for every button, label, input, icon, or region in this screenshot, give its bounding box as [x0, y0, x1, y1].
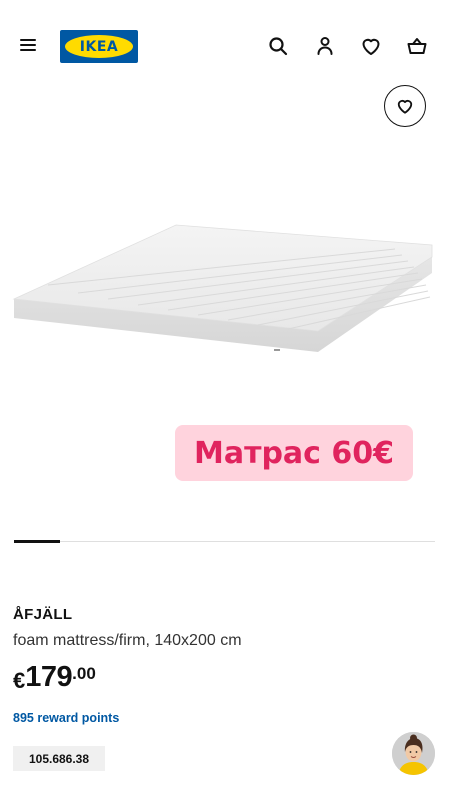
reward-points-link[interactable]: 895 reward points	[13, 711, 119, 725]
promo-badge: Матрас 60€	[175, 425, 413, 481]
image-carousel-indicator[interactable]	[14, 540, 435, 543]
basket-icon[interactable]	[405, 34, 429, 58]
product-name[interactable]: ÅFJÄLL	[13, 606, 72, 623]
top-header: IKEA	[0, 0, 450, 92]
user-icon[interactable]	[313, 34, 337, 58]
price-integer: 179	[25, 661, 73, 693]
product-image[interactable]	[0, 175, 450, 375]
save-to-favourites-button[interactable]	[384, 85, 426, 127]
heart-icon[interactable]	[359, 34, 383, 58]
search-icon[interactable]	[266, 34, 290, 58]
carousel-track	[14, 541, 435, 542]
menu-icon[interactable]	[20, 36, 42, 56]
price-currency: €	[13, 668, 26, 693]
logo-text: IKEA	[65, 35, 133, 58]
chat-assistant-avatar[interactable]	[392, 732, 435, 775]
ikea-logo[interactable]: IKEA	[60, 30, 138, 63]
article-number: 105.686.38	[13, 746, 105, 771]
product-description: foam mattress/firm, 140x200 cm	[13, 632, 242, 649]
product-price: € 179 .00	[13, 661, 96, 694]
price-decimal: .00	[72, 664, 96, 683]
heart-icon	[397, 99, 413, 114]
carousel-thumb[interactable]	[14, 540, 60, 543]
